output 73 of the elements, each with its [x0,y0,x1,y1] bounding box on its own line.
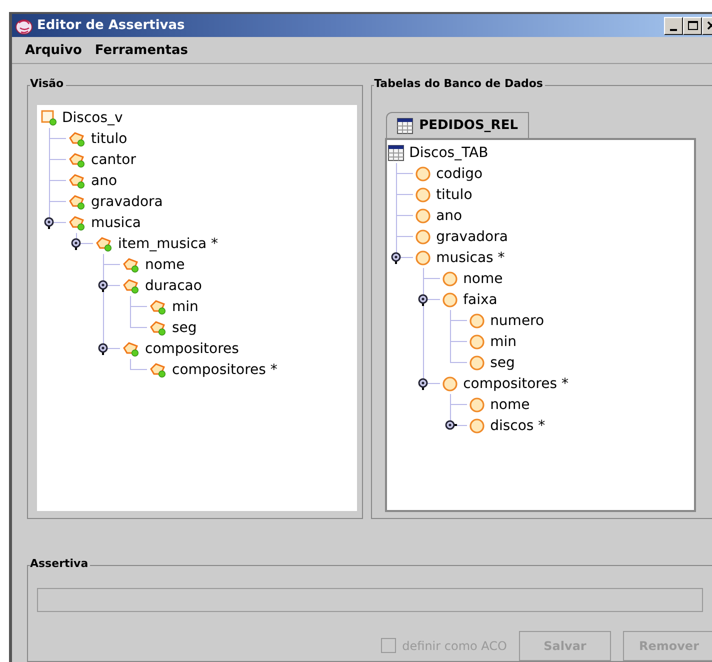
group-title: Assertiva [30,558,90,569]
expanded-handle-icon[interactable] [416,376,430,390]
app-logo-icon [15,16,33,35]
tree-node-label[interactable]: item_musica * [118,236,218,251]
group-title: Visão [30,78,66,90]
tree-node-label[interactable]: ano [91,174,118,188]
element-tag-icon [95,236,113,252]
element-tag-icon [122,340,140,357]
expanded-handle-icon[interactable] [96,341,110,356]
group-title: Tabelas do Banco de Dados [374,78,545,90]
tree-node-label[interactable]: min [172,300,198,314]
tree-node-label[interactable]: seg [490,356,515,370]
maximize-button[interactable] [683,16,702,35]
column-circle-icon [469,312,486,329]
tree-node-label[interactable]: gravadora [91,194,163,209]
tree-node-label[interactable]: titulo [91,132,128,146]
menu-item[interactable]: Ferramentas [94,40,188,60]
element-tag-icon [149,298,167,315]
expanded-handle-icon[interactable] [96,278,110,292]
column-circle-icon [415,186,432,203]
tree-node-label[interactable]: compositores [145,342,239,356]
column-circle-icon [442,270,458,287]
tree-node-label[interactable]: Discos_v [62,110,123,125]
column-circle-icon [469,396,486,413]
tree-node-label[interactable]: numero [490,314,544,328]
tree-node-label[interactable]: discos * [490,418,546,433]
element-tag-icon [122,256,140,273]
tree-node-label[interactable]: musicas * [436,250,505,265]
view-root-icon [41,110,57,126]
tree-node-label[interactable]: faixa [463,292,498,307]
element-tag-icon [68,194,86,210]
expanded-handle-icon[interactable] [69,236,83,250]
expanded-handle-icon[interactable] [416,292,430,306]
tree-node-label[interactable]: musica [91,216,141,230]
tree-node-label[interactable]: titulo [436,188,472,202]
menu-item[interactable]: Arquivo [25,40,82,60]
element-tag-icon [68,214,86,231]
column-circle-icon [415,250,432,266]
tree-node-label[interactable]: min [490,334,516,349]
collapsed-handle-icon[interactable] [443,418,458,432]
window-title: Editor de Assertivas [37,16,185,35]
column-circle-icon [415,208,432,224]
tree-node-label[interactable]: ano [436,208,462,223]
tree-node-label[interactable]: cantor [91,152,136,167]
column-circle-icon [415,228,432,245]
element-tag-icon [68,130,86,147]
table-icon [388,144,404,161]
tree-node-label[interactable]: duracao [145,278,202,293]
element-tag-icon [149,362,167,378]
element-tag-icon [68,172,86,189]
tree-node-label[interactable]: Discos_TAB [409,146,488,160]
element-tag-icon [68,152,86,168]
tree-node-label[interactable]: nome [145,258,185,272]
tree-node-label[interactable]: codigo [436,166,483,181]
tree-node-label[interactable]: compositores * [172,362,278,377]
column-circle-icon [469,354,486,371]
column-circle-icon [469,418,486,434]
tree-node-label[interactable]: seg [172,320,197,335]
tree-node-label[interactable]: gravadora [436,230,508,244]
minimize-button[interactable] [664,16,683,35]
column-circle-icon [442,292,458,308]
element-tag-icon [122,278,140,294]
tree-node-label[interactable]: compositores * [463,376,568,391]
column-circle-icon [469,334,486,350]
expanded-handle-icon[interactable] [42,215,56,230]
tree-node-label[interactable]: nome [490,398,530,412]
column-circle-icon [415,166,432,182]
tree-node-label[interactable]: nome [463,272,503,286]
column-circle-icon [442,376,458,392]
table-icon [397,118,414,134]
tab[interactable]: PEDIDOS_REL [386,112,529,138]
expanded-handle-icon[interactable] [389,250,404,264]
element-tag-icon [149,320,167,336]
